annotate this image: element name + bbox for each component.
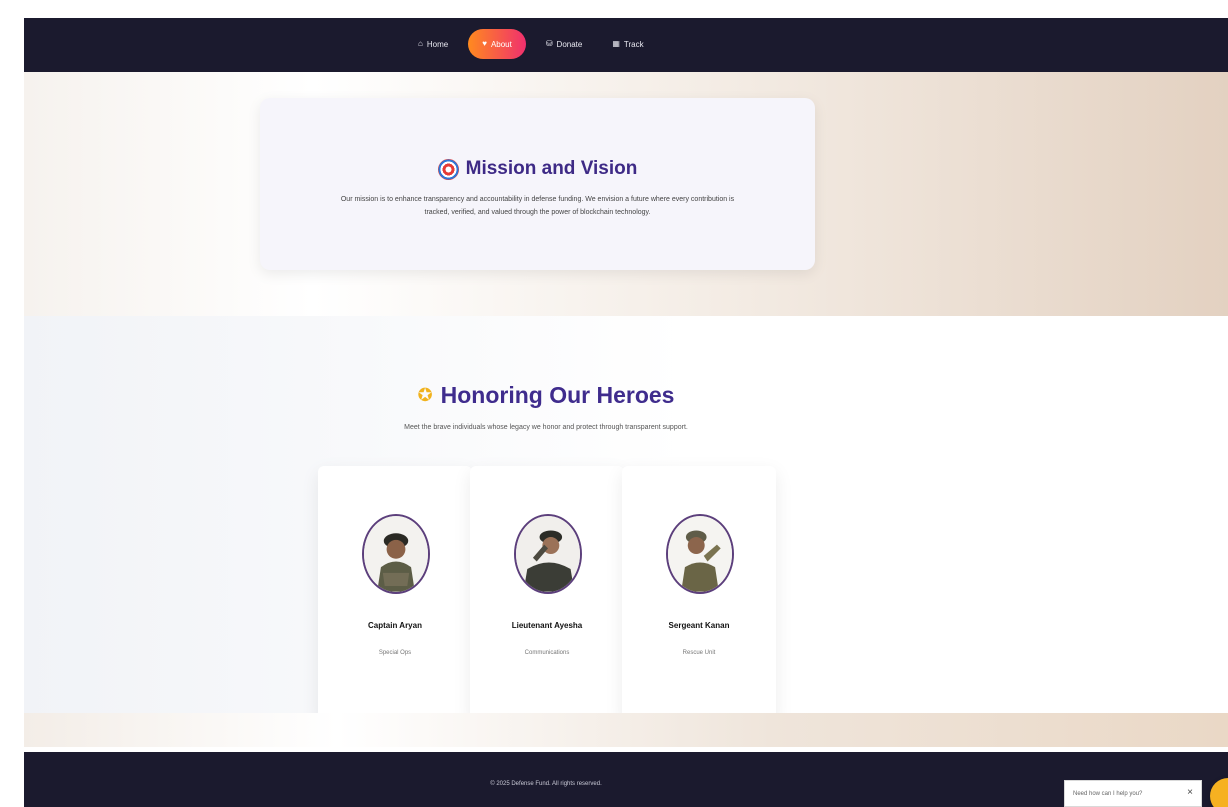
soldier-avatar-icon	[516, 516, 580, 592]
medal-icon: ✪	[417, 385, 433, 405]
home-icon: ⌂	[418, 39, 423, 48]
avatar	[514, 514, 582, 594]
close-icon[interactable]: ×	[1187, 788, 1193, 798]
nav-home-label: Home	[426, 39, 449, 49]
nav-track[interactable]: ▦ Track	[602, 29, 653, 59]
heart-icon: ♥	[482, 39, 487, 48]
hero-name: Lieutenant Ayesha	[511, 621, 583, 630]
target-icon	[437, 158, 459, 180]
footer: © 2025 Defense Fund. All rights reserved…	[24, 752, 1228, 807]
hero-role: Rescue Unit	[682, 650, 716, 656]
hero-card-captain[interactable]: Captain Aryan Special Ops	[318, 466, 472, 722]
hero-role: Special Ops	[378, 650, 412, 656]
heroes-title: ✪ Honoring Our Heroes	[24, 382, 1068, 409]
heroes-title-text: Honoring Our Heroes	[440, 382, 675, 408]
hero-name: Captain Aryan	[368, 621, 422, 630]
soldier-avatar-icon	[668, 516, 732, 592]
section-bottom-band	[24, 713, 1228, 747]
footer-text: © 2025 Defense Fund. All rights reserved…	[490, 781, 602, 787]
nav-about[interactable]: ♥ About	[468, 29, 526, 59]
hero-card-sergeant[interactable]: Sergeant Kanan Rescue Unit	[622, 466, 776, 722]
mission-text: Our mission is to enhance transparency a…	[340, 196, 735, 216]
hero-name: Sergeant Kanan	[668, 621, 730, 630]
avatar	[362, 514, 430, 594]
mission-section: Mission and Vision Our mission is to enh…	[24, 72, 1228, 316]
mission-title: Mission and Vision	[260, 158, 815, 180]
heroes-section: ✪ Honoring Our Heroes Meet the brave ind…	[24, 316, 1228, 747]
hero-card-lieutenant[interactable]: Lieutenant Ayesha Communications	[470, 466, 624, 722]
hero-cards: Captain Aryan Special Ops Lieutenant Aye…	[318, 466, 780, 722]
heroes-subtitle: Meet the brave individuals whose legacy …	[404, 424, 688, 431]
avatar	[666, 514, 734, 594]
nav-track-label: Track	[623, 39, 644, 49]
mission-title-text: Mission and Vision	[465, 158, 638, 179]
track-icon: ▦	[612, 39, 620, 48]
top-navbar: ⌂ Home ♥ About ⛁ Donate ▦ Track	[24, 18, 1228, 72]
chat-input[interactable]: Need how can I help you? ×	[1064, 780, 1202, 807]
nav-links: ⌂ Home ♥ About ⛁ Donate ▦ Track	[408, 29, 664, 59]
mission-card: Mission and Vision Our mission is to enh…	[260, 98, 815, 270]
hero-role: Communications	[524, 650, 570, 656]
page-frame: ⌂ Home ♥ About ⛁ Donate ▦ Track Mission …	[24, 18, 1228, 807]
nav-about-label: About	[490, 39, 512, 49]
soldier-avatar-icon	[364, 516, 428, 592]
nav-donate-label: Donate	[556, 39, 583, 49]
nav-donate[interactable]: ⛁ Donate	[536, 29, 593, 59]
chat-placeholder: Need how can I help you?	[1073, 790, 1143, 797]
nav-home[interactable]: ⌂ Home	[408, 29, 458, 59]
donate-icon: ⛁	[545, 39, 553, 48]
